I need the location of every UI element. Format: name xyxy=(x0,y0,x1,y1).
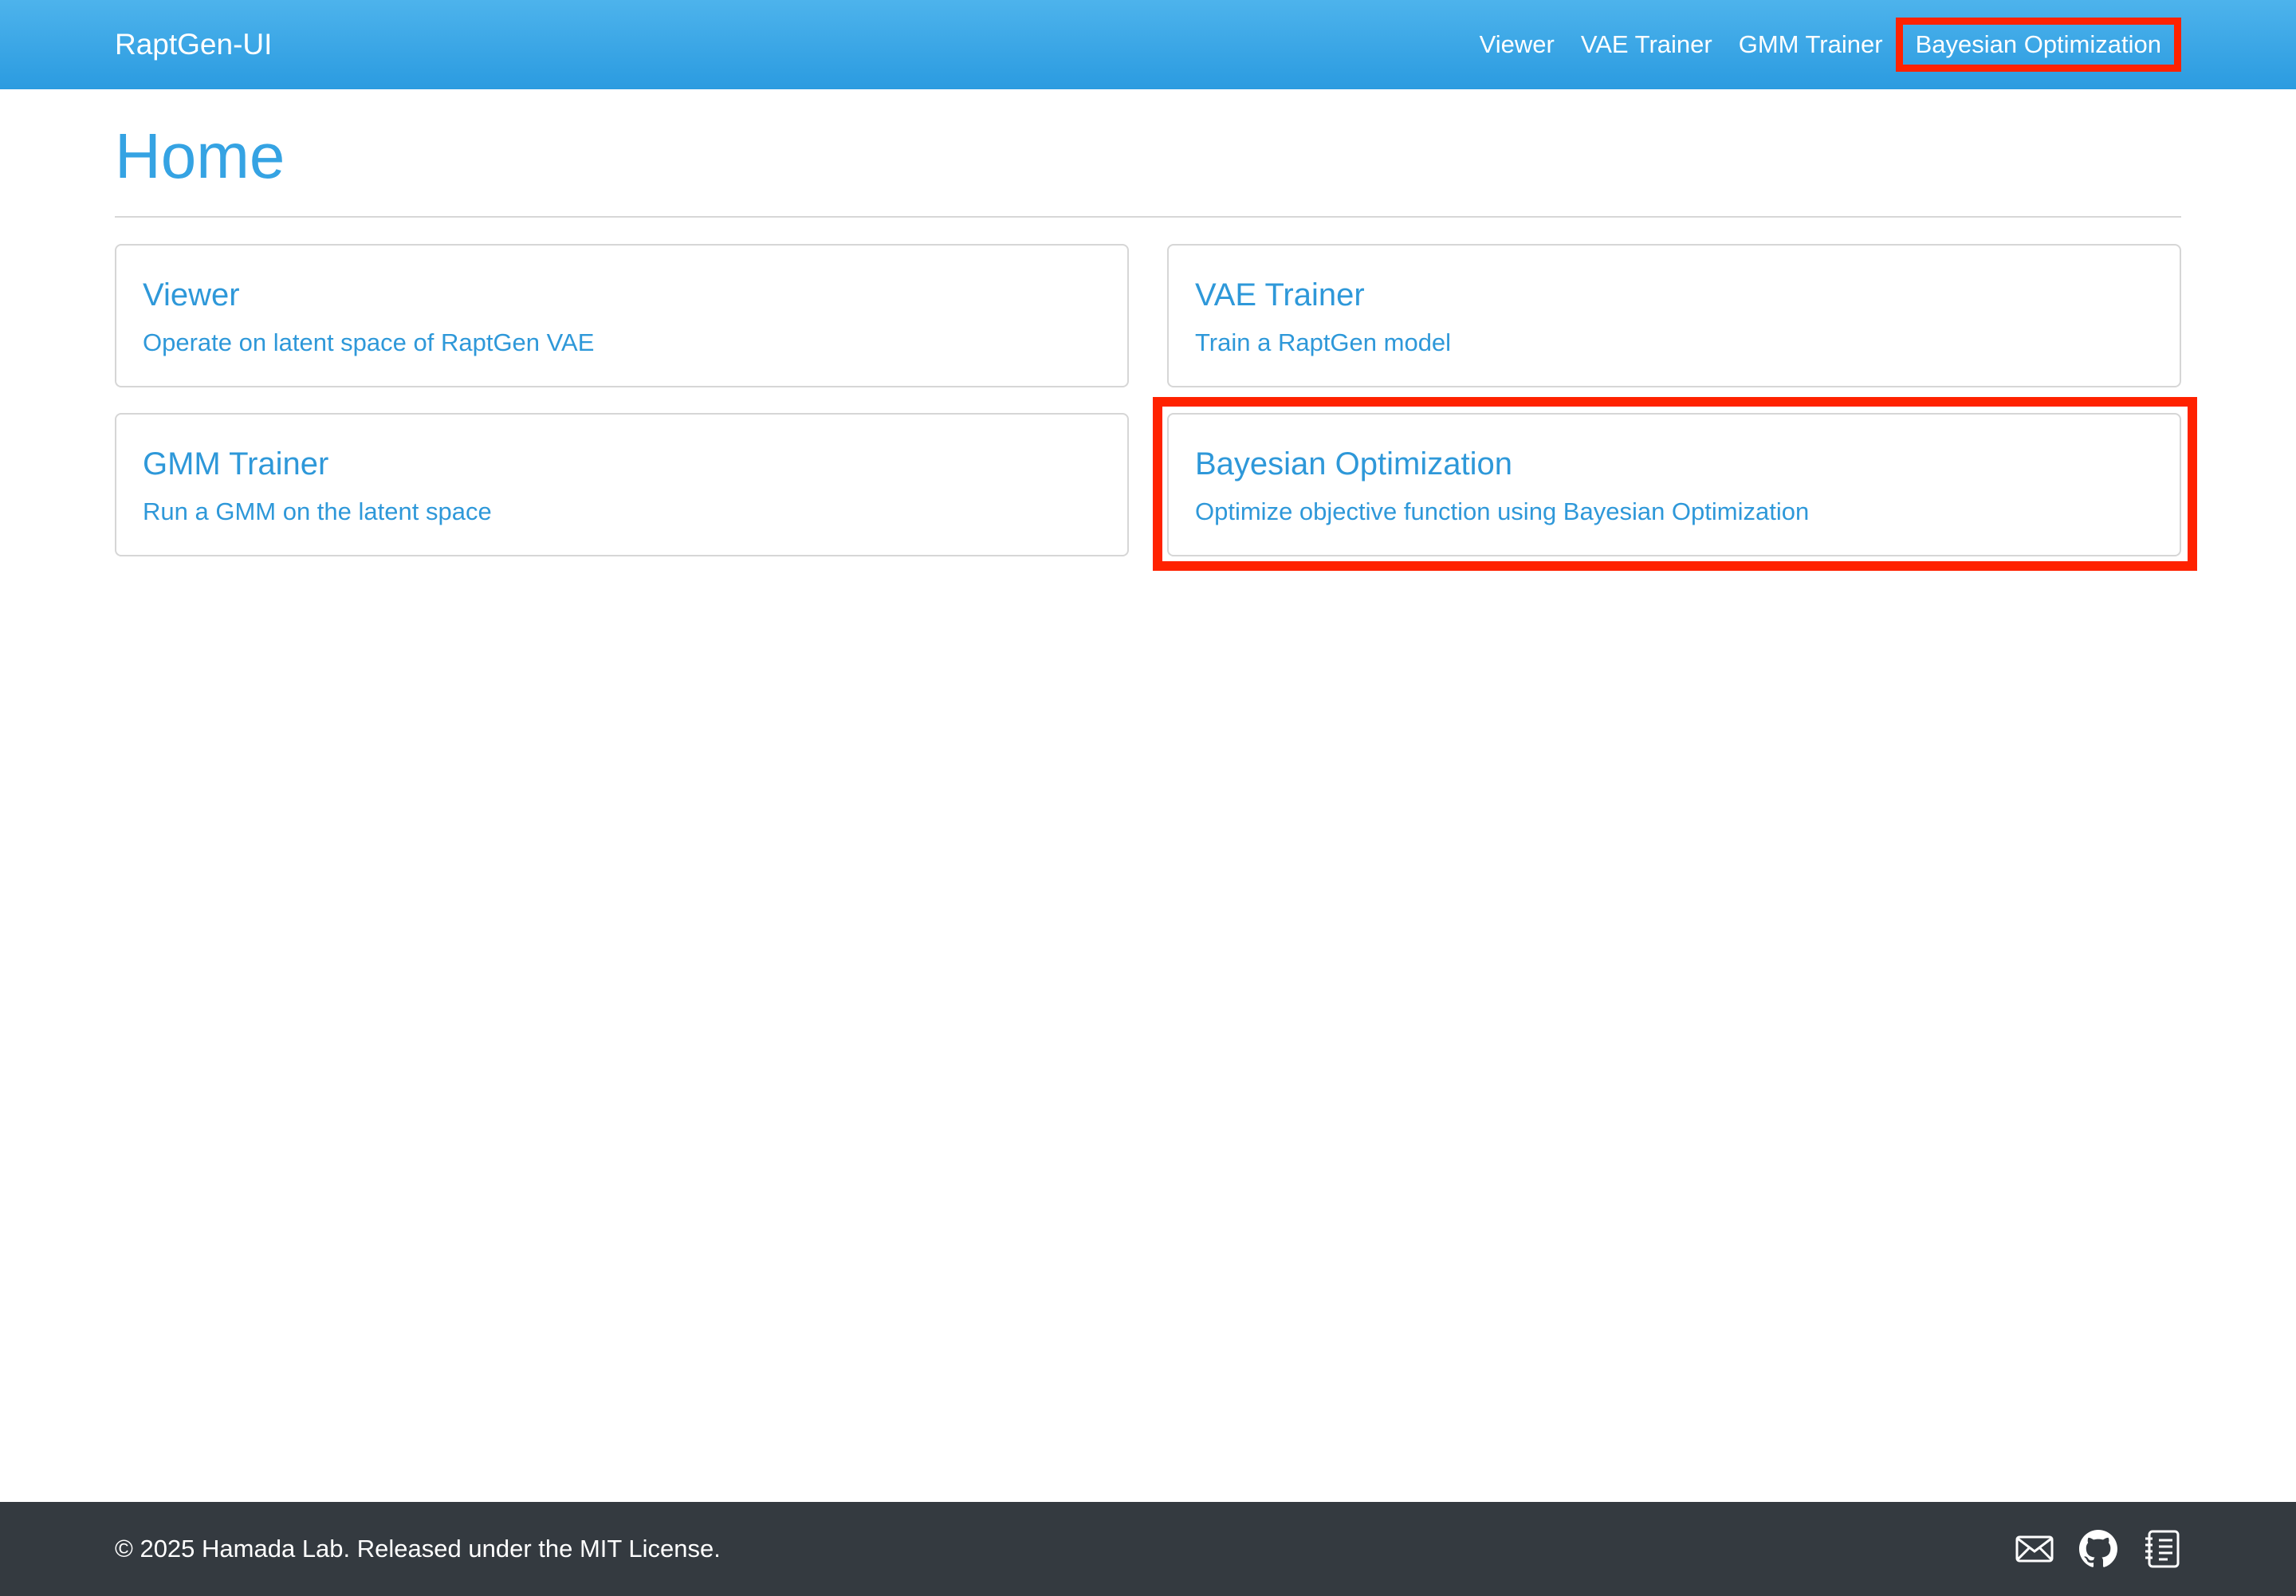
footer-copyright: © 2025 Hamada Lab. Released under the MI… xyxy=(115,1535,721,1563)
card-title: Viewer xyxy=(143,277,240,313)
brand-link[interactable]: RaptGen-UI xyxy=(115,0,272,89)
nav-links: Viewer VAE Trainer GMM Trainer Bayesian … xyxy=(1453,0,2181,89)
page-title: Home xyxy=(115,120,285,191)
title-divider xyxy=(115,216,2181,218)
nav-link-viewer[interactable]: Viewer xyxy=(1480,0,1555,89)
card-gmm-trainer[interactable]: GMM Trainer Run a GMM on the latent spac… xyxy=(115,413,1129,556)
nav-link-bayesian-optimization[interactable]: Bayesian Optimization xyxy=(1895,18,2181,72)
github-icon[interactable] xyxy=(2054,1530,2117,1568)
card-vae-trainer[interactable]: VAE Trainer Train a RaptGen model xyxy=(1167,244,2181,387)
navbar: RaptGen-UI Viewer VAE Trainer GMM Traine… xyxy=(0,0,2296,89)
journal-icon[interactable] xyxy=(2117,1530,2181,1568)
mail-icon[interactable] xyxy=(1990,1530,2054,1568)
highlight-box xyxy=(1153,397,2197,571)
card-viewer[interactable]: Viewer Operate on latent space of RaptGe… xyxy=(115,244,1129,387)
nav-link-vae-trainer[interactable]: VAE Trainer xyxy=(1581,0,1712,89)
footer-icons xyxy=(1990,1502,2181,1596)
card-text: Operate on latent space of RaptGen VAE xyxy=(143,328,595,356)
nav-link-gmm-trainer[interactable]: GMM Trainer xyxy=(1739,0,1883,89)
card-title: VAE Trainer xyxy=(1195,277,1365,313)
card-title: GMM Trainer xyxy=(143,446,329,482)
footer: © 2025 Hamada Lab. Released under the MI… xyxy=(0,1502,2296,1596)
card-text: Run a GMM on the latent space xyxy=(143,497,492,525)
card-text: Train a RaptGen model xyxy=(1195,328,1452,356)
